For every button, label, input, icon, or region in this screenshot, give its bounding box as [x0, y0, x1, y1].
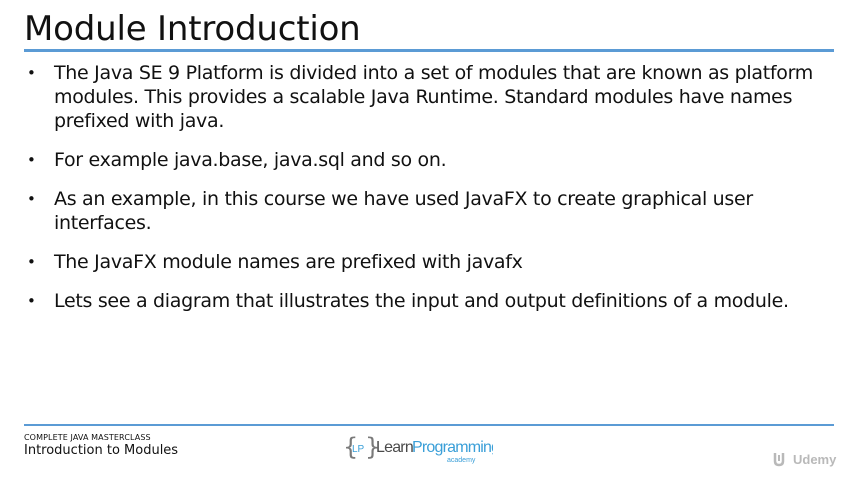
bullet-list: • The Java SE 9 Platform is divided into…	[24, 61, 824, 328]
udemy-wordmark: Udemy	[793, 451, 837, 467]
title-divider	[24, 49, 834, 52]
bullet-text: As an example, in this course we have us…	[54, 188, 753, 234]
logo-subtitle: academy	[447, 457, 476, 464]
bullet-text: Lets see a diagram that illustrates the …	[54, 290, 789, 312]
bullet-item: • Lets see a diagram that illustrates th…	[24, 289, 824, 313]
logo-word-learn: Learn	[376, 439, 413, 456]
bullet-dot-icon: •	[27, 151, 36, 169]
course-name: COMPLETE JAVA MASTERCLASS	[24, 433, 151, 442]
slide-title: Module Introduction	[24, 9, 361, 49]
bullet-text: The JavaFX module names are prefixed wit…	[54, 251, 523, 273]
section-name: Introduction to Modules	[24, 443, 179, 458]
bullet-text: The Java SE 9 Platform is divided into a…	[54, 62, 813, 132]
bullet-dot-icon: •	[27, 64, 36, 82]
footer-divider	[24, 424, 834, 426]
bullet-item: • As an example, in this course we have …	[24, 187, 824, 235]
udemy-watermark: Udemy	[772, 449, 836, 469]
bullet-dot-icon: •	[27, 292, 36, 310]
logo-initials: LP	[352, 444, 365, 455]
bullet-text: For example java.base, java.sql and so o…	[54, 149, 447, 171]
learnprogramming-logo-icon: { LP } Learn Programming academy	[343, 433, 493, 464]
bullet-item: • For example java.base, java.sql and so…	[24, 148, 824, 172]
bullet-dot-icon: •	[27, 253, 36, 271]
bullet-item: • The JavaFX module names are prefixed w…	[24, 250, 824, 274]
bullet-item: • The Java SE 9 Platform is divided into…	[24, 61, 824, 133]
logo-word-programming: Programming	[412, 439, 493, 456]
bullet-dot-icon: •	[27, 190, 36, 208]
udemy-logo-icon	[773, 453, 785, 467]
